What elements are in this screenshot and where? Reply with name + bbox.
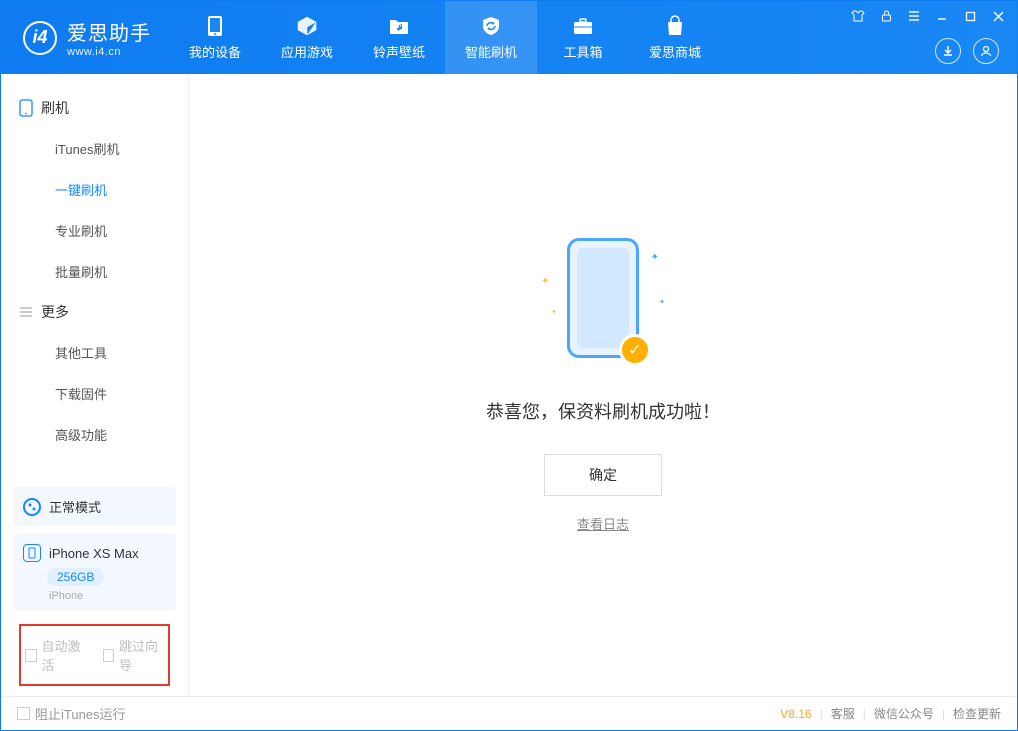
wechat-link[interactable]: 微信公众号 xyxy=(874,705,934,722)
tab-device[interactable]: 我的设备 xyxy=(169,1,261,74)
sparkle-icon: ✦ xyxy=(659,298,665,306)
app-window: i4 爱思助手 www.i4.cn 我的设备 应用游戏 铃声壁纸 智能刷机 xyxy=(0,0,1018,731)
sidebar-group-more: 更多 xyxy=(1,292,188,332)
titlebar-controls xyxy=(847,7,1009,25)
tshirt-icon[interactable] xyxy=(847,7,869,25)
sidebar-item-oneclick-flash[interactable]: 一键刷机 xyxy=(1,169,188,210)
footer: 阻止iTunes运行 V8.16 | 客服 | 微信公众号 | 检查更新 xyxy=(1,696,1017,730)
menu-icon[interactable] xyxy=(903,7,925,25)
list-icon xyxy=(19,306,33,318)
music-folder-icon xyxy=(387,14,411,38)
ok-button[interactable]: 确定 xyxy=(544,454,662,496)
mode-label: 正常模式 xyxy=(49,497,101,516)
tab-label: 爱思商城 xyxy=(649,42,701,61)
close-button[interactable] xyxy=(987,7,1009,25)
device-icon xyxy=(23,544,41,562)
success-message: 恭喜您，保资料刷机成功啦！ xyxy=(486,398,720,424)
chk-label: 阻止iTunes运行 xyxy=(35,704,126,723)
body: 刷机 iTunes刷机 一键刷机 专业刷机 批量刷机 更多 其他工具 下载固件 … xyxy=(1,74,1017,696)
bag-icon xyxy=(663,14,687,38)
check-badge-icon: ✓ xyxy=(619,334,651,366)
tab-store[interactable]: 爱思商城 xyxy=(629,1,721,74)
customer-service-link[interactable]: 客服 xyxy=(831,705,855,722)
checkbox-skip-guide[interactable]: 跳过向导 xyxy=(103,636,165,674)
lock-icon[interactable] xyxy=(875,7,897,25)
main-content: ✦ ✦ ✦ ✦ ✓ 恭喜您，保资料刷机成功啦！ 确定 查看日志 xyxy=(189,74,1017,696)
download-button[interactable] xyxy=(935,38,961,64)
chk-label: 自动激活 xyxy=(42,636,87,674)
sidebar-item-other-tools[interactable]: 其他工具 xyxy=(1,332,188,373)
group-label: 更多 xyxy=(41,302,69,322)
option-highlight-box: 自动激活 跳过向导 xyxy=(19,624,170,686)
device-type: iPhone xyxy=(49,590,166,602)
logo: i4 爱思助手 www.i4.cn xyxy=(1,17,169,58)
tab-flash[interactable]: 智能刷机 xyxy=(445,1,537,74)
mode-icon xyxy=(23,498,41,516)
app-name: 爱思助手 xyxy=(67,17,151,46)
nav-tabs: 我的设备 应用游戏 铃声壁纸 智能刷机 工具箱 爱思商城 xyxy=(169,1,721,74)
device-name: iPhone XS Max xyxy=(49,546,139,561)
sidebar-item-batch-flash[interactable]: 批量刷机 xyxy=(1,251,188,292)
tab-tools[interactable]: 工具箱 xyxy=(537,1,629,74)
sparkle-icon: ✦ xyxy=(551,308,557,316)
checkbox-auto-activate[interactable]: 自动激活 xyxy=(25,636,87,674)
shield-refresh-icon xyxy=(479,14,503,38)
version-label: V8.16 xyxy=(780,707,811,721)
sparkle-icon: ✦ xyxy=(651,252,659,263)
tab-ringtone[interactable]: 铃声壁纸 xyxy=(353,1,445,74)
sidebar-item-pro-flash[interactable]: 专业刷机 xyxy=(1,210,188,251)
group-label: 刷机 xyxy=(41,98,69,118)
chk-label: 跳过向导 xyxy=(119,636,164,674)
sidebar-group-flash: 刷机 xyxy=(1,88,188,128)
sidebar-item-itunes-flash[interactable]: iTunes刷机 xyxy=(1,128,188,169)
success-illustration: ✦ ✦ ✦ ✦ ✓ xyxy=(523,238,683,368)
device-card[interactable]: iPhone XS Max 256GB iPhone xyxy=(13,534,176,610)
sparkle-icon: ✦ xyxy=(541,276,549,287)
tab-label: 应用游戏 xyxy=(281,42,333,61)
app-url: www.i4.cn xyxy=(67,46,151,58)
logo-icon: i4 xyxy=(23,21,57,55)
mode-card[interactable]: 正常模式 xyxy=(13,487,176,526)
tab-label: 我的设备 xyxy=(189,42,241,61)
checkbox-stop-itunes[interactable]: 阻止iTunes运行 xyxy=(17,704,126,723)
phone-icon xyxy=(203,14,227,38)
check-update-link[interactable]: 检查更新 xyxy=(953,705,1001,722)
toolbox-icon xyxy=(571,14,595,38)
sidebar: 刷机 iTunes刷机 一键刷机 专业刷机 批量刷机 更多 其他工具 下载固件 … xyxy=(1,74,189,696)
tab-label: 铃声壁纸 xyxy=(373,42,425,61)
view-log-link[interactable]: 查看日志 xyxy=(577,514,629,533)
user-button[interactable] xyxy=(973,38,999,64)
maximize-button[interactable] xyxy=(959,7,981,25)
sidebar-item-download-fw[interactable]: 下载固件 xyxy=(1,373,188,414)
cube-icon xyxy=(295,14,319,38)
phone-outline-icon xyxy=(19,99,33,117)
header: i4 爱思助手 www.i4.cn 我的设备 应用游戏 铃声壁纸 智能刷机 xyxy=(1,1,1017,74)
minimize-button[interactable] xyxy=(931,7,953,25)
tab-label: 智能刷机 xyxy=(465,42,517,61)
sidebar-item-advanced[interactable]: 高级功能 xyxy=(1,414,188,455)
device-storage: 256GB xyxy=(47,568,104,586)
header-right-buttons xyxy=(935,38,999,64)
tab-label: 工具箱 xyxy=(563,42,602,61)
tab-apps[interactable]: 应用游戏 xyxy=(261,1,353,74)
